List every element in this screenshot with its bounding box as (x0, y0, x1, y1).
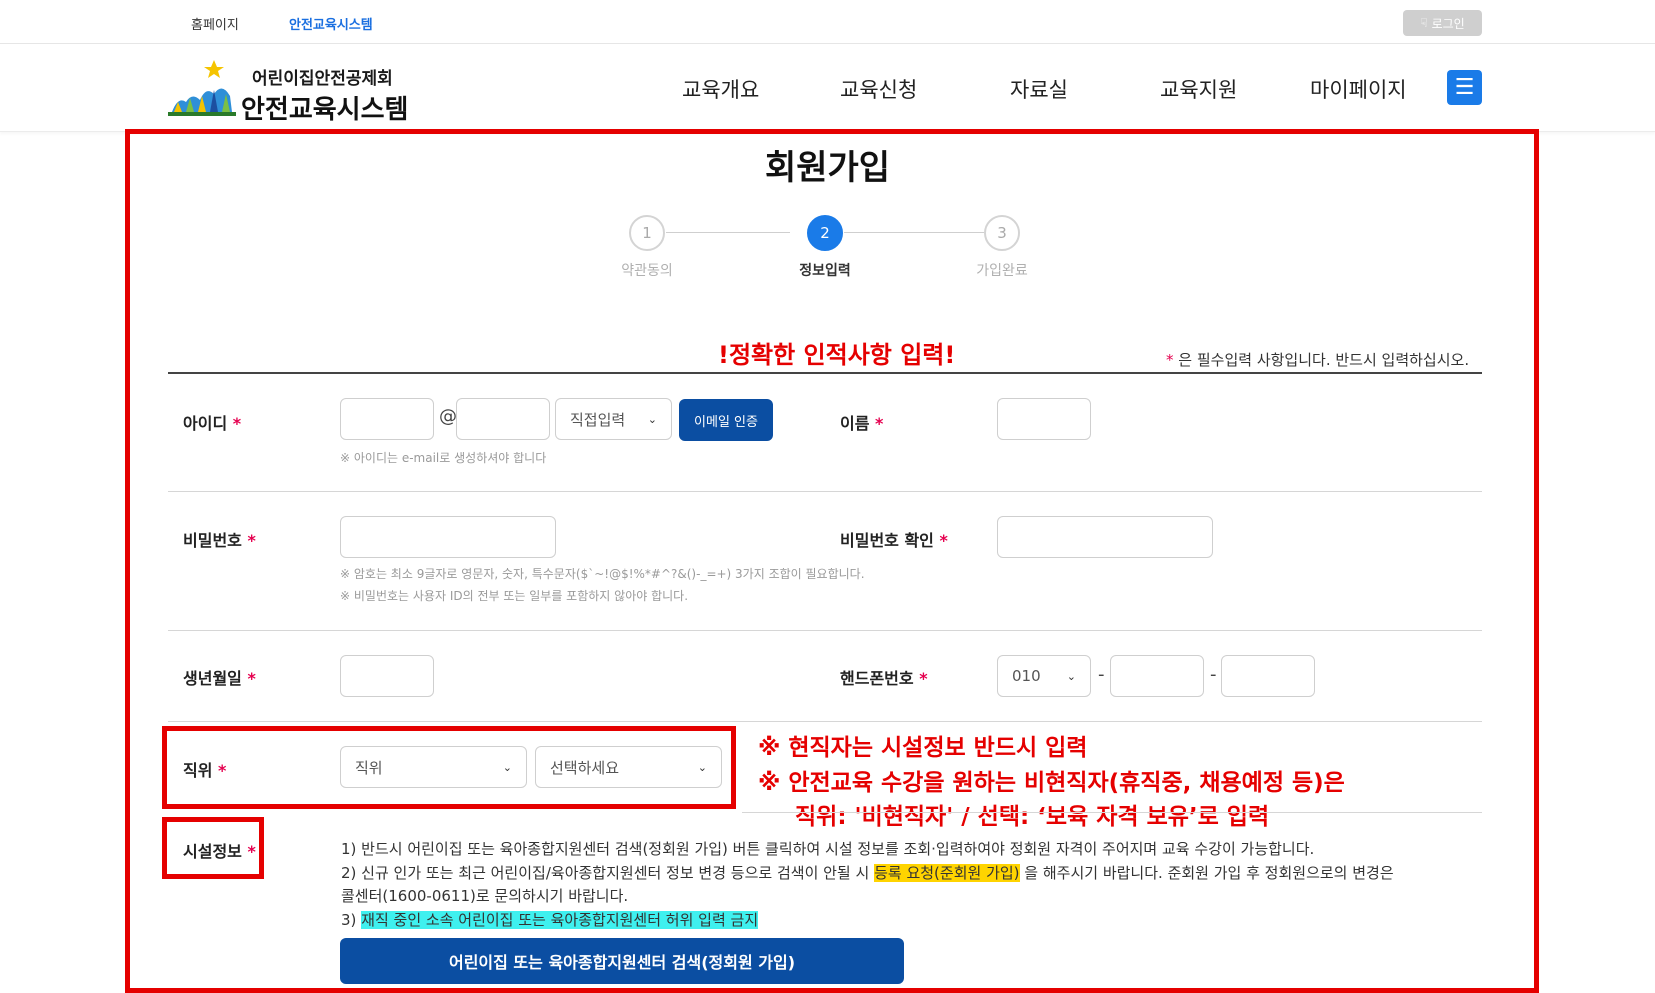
nav-resources[interactable]: 자료실 (1010, 74, 1068, 104)
password-confirm-input[interactable] (997, 516, 1213, 558)
row-divider (168, 630, 1482, 631)
chevron-down-icon: ⌄ (1066, 669, 1076, 683)
row-divider (168, 491, 1482, 492)
chevron-down-icon: ⌄ (697, 760, 707, 774)
step-1-label: 약관동의 (621, 263, 673, 279)
required-star: * (1166, 351, 1174, 369)
login-icon: ☟ (1420, 16, 1428, 30)
nav-education-apply[interactable]: 교육신청 (840, 74, 917, 104)
hamburger-icon: ☰ (1454, 75, 1475, 100)
phone-dash: - (1098, 664, 1105, 685)
logo-title: 안전교육시스템 (241, 95, 409, 125)
home-link[interactable]: 홈페이지 (191, 14, 239, 33)
step-3-circle: 3 (984, 215, 1020, 251)
step-1-circle: 1 (629, 215, 665, 251)
position-select-value: 직위 (355, 758, 383, 777)
position-detail-select[interactable]: 선택하세요 ⌄ (535, 746, 722, 788)
at-sign: @ (439, 406, 457, 427)
step-3-label: 가입완료 (976, 263, 1028, 279)
password-label: 비밀번호 * (183, 531, 256, 550)
associate-signup-highlight: 등록 요청(준회원 가입) (874, 864, 1020, 882)
row-divider (168, 721, 1482, 722)
form-top-divider (168, 372, 1482, 374)
name-label: 이름 * (840, 414, 884, 433)
chevron-down-icon: ⌄ (647, 412, 657, 426)
main-header: 어린이집안전공제회 안전교육시스템 교육개요 교육신청 자료실 교육지원 마이페… (0, 44, 1655, 132)
false-entry-warning-highlight: 재직 중인 소속 어린이집 또는 육아종합지원센터 허위 입력 금지 (361, 911, 759, 929)
phone-prefix-value: 010 (1012, 667, 1041, 685)
password-input[interactable] (340, 516, 556, 558)
position-detail-select-value: 선택하세요 (550, 758, 620, 777)
nav-education-support[interactable]: 교육지원 (1160, 74, 1237, 104)
birth-label: 생년월일 * (183, 669, 256, 688)
page-title: 회원가입 (764, 148, 891, 188)
facility-instruction-2-cont: 콜센터(1600-0611)로 문의하시기 바랍니다. (341, 887, 629, 905)
position-select[interactable]: 직위 ⌄ (340, 746, 527, 788)
facility-label: 시설정보 * (183, 842, 256, 861)
position-label: 직위 * (183, 761, 227, 780)
email-local-input[interactable] (340, 398, 434, 440)
step-connector (666, 232, 790, 233)
id-label: 아이디 * (183, 414, 242, 433)
annotation-line-2: ※ 안전교육 수강을 원하는 비현직자(휴직중, 채용예정 등)은 (758, 770, 1345, 796)
nav-mypage[interactable]: 마이페이지 (1310, 74, 1407, 104)
top-utility-bar: 홈페이지 안전교육시스템 ☟ 로그인 (0, 0, 1655, 44)
facility-instruction-1: 1) 반드시 어린이집 또는 육아종합지원센터 검색(정회원 가입) 버튼 클릭… (341, 840, 1315, 858)
email-domain-select[interactable]: 직접입력 ⌄ (555, 398, 672, 440)
facility-search-button[interactable]: 어린이집 또는 육아종합지원센터 검색(정회원 가입) (340, 938, 904, 984)
row-divider (742, 812, 1482, 813)
facility-instruction-2: 2) 신규 인가 또는 최근 어린이집/육아종합지원센터 정보 변경 등으로 검… (341, 864, 1394, 882)
email-verify-button[interactable]: 이메일 인증 (679, 399, 773, 441)
password-confirm-label: 비밀번호 확인 * (840, 531, 948, 550)
login-label: 로그인 (1431, 16, 1465, 31)
phone-last-input[interactable] (1221, 655, 1315, 697)
phone-label: 핸드폰번호 * (840, 669, 928, 688)
id-help-text: ※ 아이디는 e-mail로 생성하셔야 합니다 (340, 451, 547, 465)
logo-subtitle: 어린이집안전공제회 (252, 69, 393, 89)
email-domain-select-value: 직접입력 (570, 410, 626, 429)
password-help-1: ※ 암호는 최소 9글자로 영문자, 숫자, 특수문자($`~!@$!%*#^?… (340, 567, 865, 581)
phone-prefix-select[interactable]: 010 ⌄ (997, 655, 1091, 697)
email-domain-input[interactable] (456, 398, 550, 440)
menu-button[interactable]: ☰ (1447, 70, 1482, 105)
birth-input[interactable] (340, 655, 434, 697)
safety-system-link[interactable]: 안전교육시스템 (289, 14, 373, 33)
required-note: * 은 필수입력 사항입니다. 반드시 입력하십시오. (1166, 349, 1469, 370)
name-input[interactable] (997, 398, 1091, 440)
required-note-text: 은 필수입력 사항입니다. 반드시 입력하십시오. (1178, 351, 1470, 369)
chevron-down-icon: ⌄ (502, 760, 512, 774)
password-help-2: ※ 비밀번호는 사용자 ID의 전부 또는 일부를 포함하지 않아야 합니다. (340, 589, 689, 603)
step-connector (844, 232, 984, 233)
phone-dash: - (1210, 664, 1217, 685)
logo-mark-icon (168, 60, 236, 116)
annotation-line-1: ※ 현직자는 시설정보 반드시 입력 (758, 735, 1088, 761)
phone-middle-input[interactable] (1110, 655, 1204, 697)
nav-education-overview[interactable]: 교육개요 (682, 74, 759, 104)
site-logo[interactable]: 어린이집안전공제회 안전교육시스템 (168, 56, 418, 125)
login-button[interactable]: ☟ 로그인 (1403, 10, 1482, 36)
step-2-label: 정보입력 (799, 263, 851, 279)
annotation-line-3: 직위: '비현직자' / 선택: ‘보육 자격 보유’로 입력 (795, 804, 1270, 830)
step-2-circle: 2 (807, 215, 843, 251)
facility-instruction-3: 3) 재직 중인 소속 어린이집 또는 육아종합지원센터 허위 입력 금지 (341, 911, 759, 929)
accuracy-warning: !정확한 인적사항 입력! (718, 341, 956, 369)
